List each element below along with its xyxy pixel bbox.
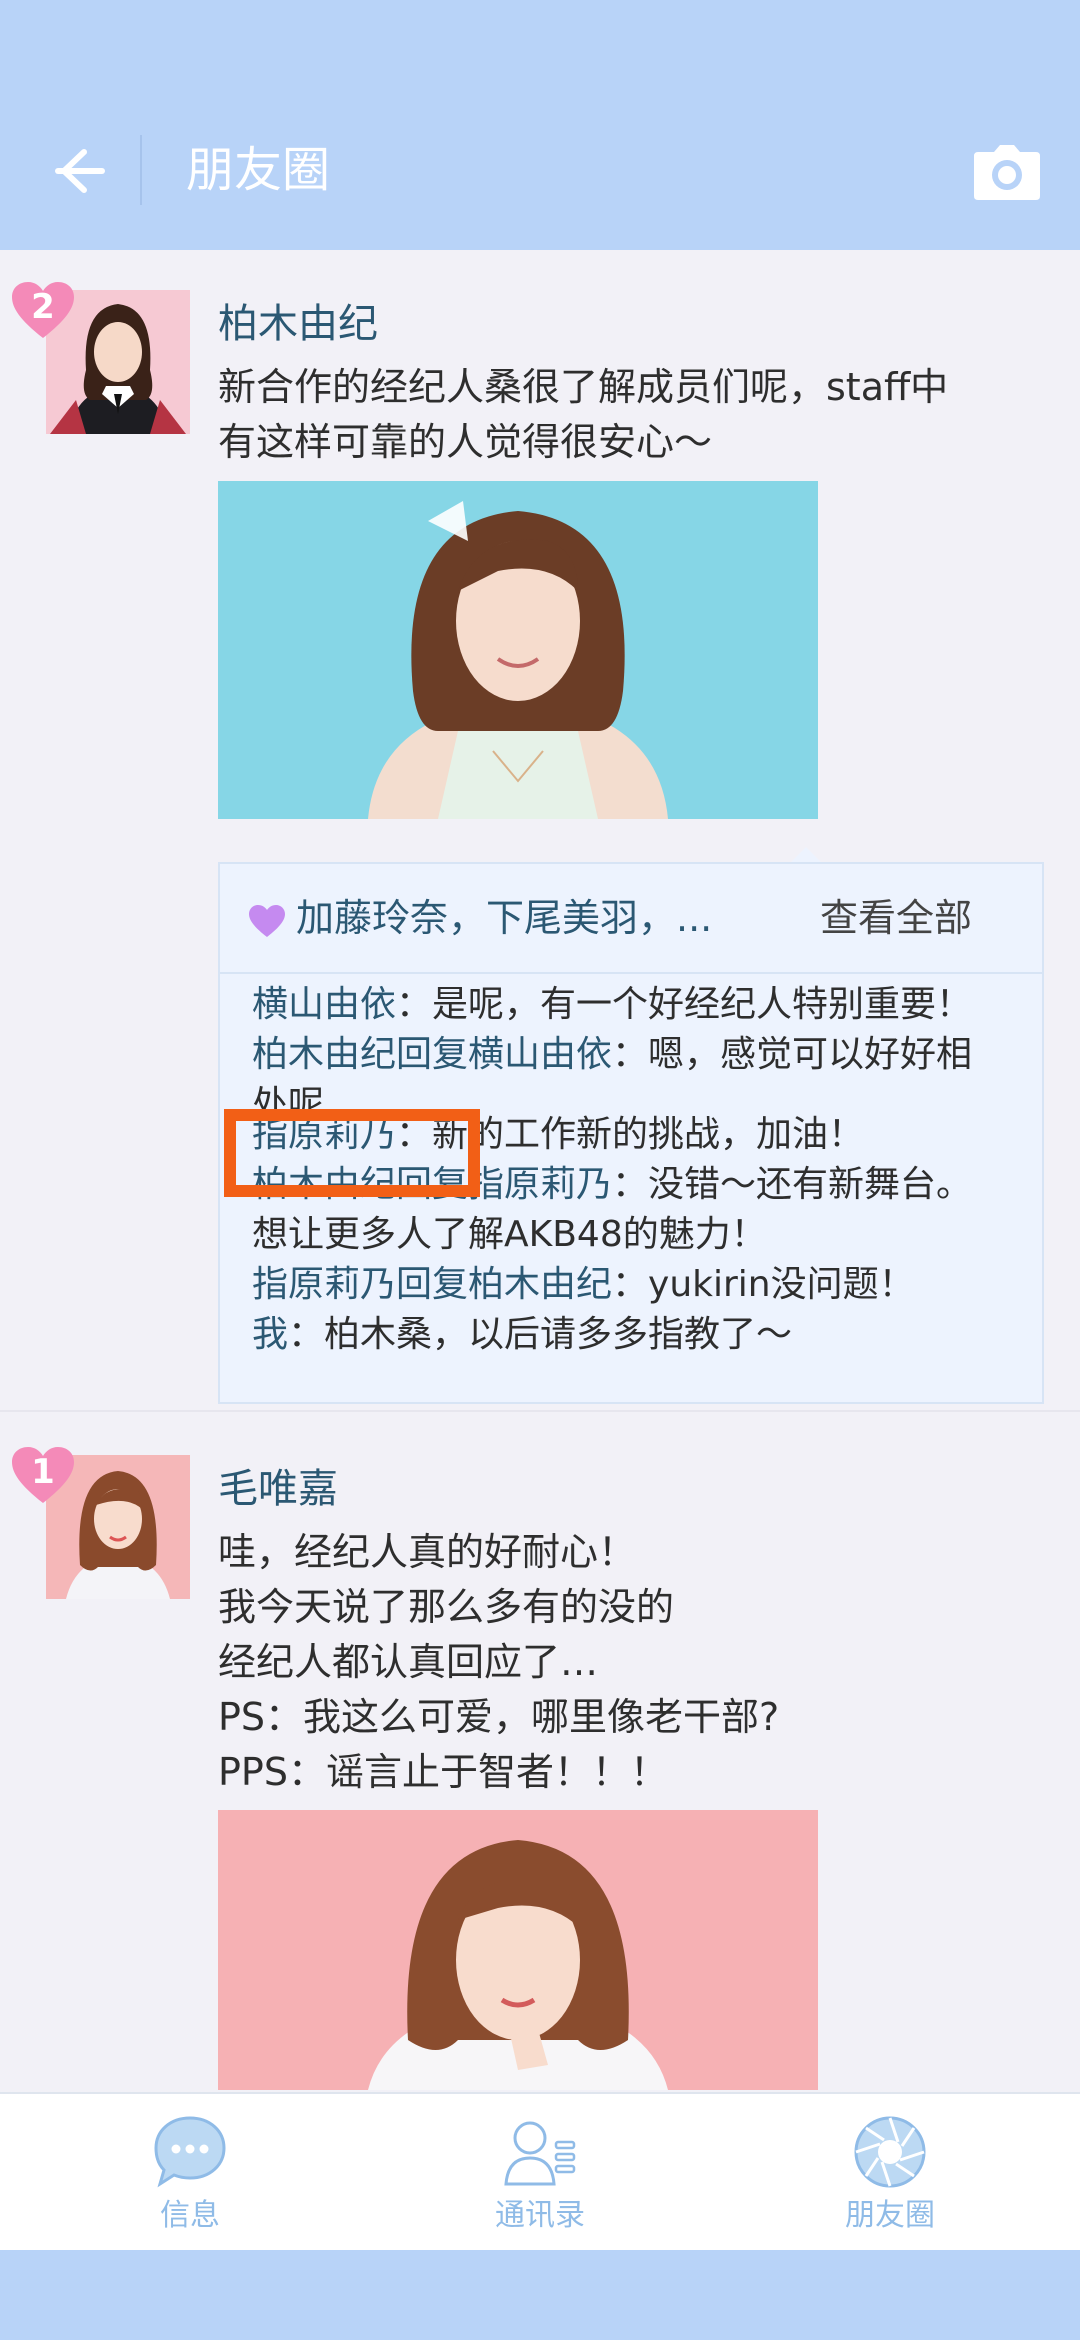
comment-list: 横山由依：是呢，有一个好经纪人特别重要！ 柏木由纪回复横山由依：嗯，感觉可以好好…	[252, 980, 1032, 1400]
rank-number: 1	[31, 1452, 55, 1492]
post-author[interactable]: 毛唯嘉	[218, 1461, 338, 1517]
comment-box: 加藤玲奈，下尾美羽，... 查看全部 横山由依：是呢，有一个好经纪人特别重要！ …	[218, 862, 1044, 1404]
page-title: 朋友圈	[186, 142, 331, 198]
tab-label: 信息	[160, 2198, 220, 2233]
tab-messages[interactable]: 信息	[10, 2094, 370, 2252]
post-photo[interactable]	[218, 1810, 818, 2090]
post-photo[interactable]	[218, 481, 818, 819]
comment-text: ：是呢，有一个好经纪人特别重要！	[396, 984, 973, 1025]
post-text-line: 哇，经纪人真的好耐心！	[218, 1530, 637, 1574]
tab-contacts[interactable]: 通讯录	[360, 2094, 720, 2252]
header-divider	[140, 135, 142, 205]
chat-bubble-icon	[154, 2116, 226, 2188]
comment-author[interactable]: 柏木由纪回复指原莉乃	[252, 1164, 612, 1205]
comment-author[interactable]: 指原莉乃	[252, 1114, 396, 1155]
post-text-line: 新合作的经纪人桑很了解成员们呢，staff中	[218, 365, 949, 409]
post-text-line: PPS：谣言止于智者！！！	[218, 1750, 668, 1794]
likes-list[interactable]: 加藤玲奈，下尾美羽，...	[296, 888, 712, 948]
post-text-line: 我今天说了那么多有的没的	[218, 1585, 675, 1629]
bottom-tab-bar: 信息 通讯录 朋友圈	[0, 2092, 1080, 2252]
moment-post: 1 毛唯嘉 哇，经纪人真的好耐心！ 我今天说了那么多有的没的 经纪人都认真回应了…	[0, 1415, 1080, 2092]
comment-text: ：柏木桑，以后请多多指教了～	[288, 1314, 793, 1355]
comment-item[interactable]: 柏木由纪回复指原莉乃：没错～还有新舞台。	[252, 1160, 1032, 1210]
post-text: 新合作的经纪人桑很了解成员们呢，staff中 有这样可靠的人觉得很安心～	[218, 360, 1038, 470]
bottom-band	[0, 2250, 1080, 2340]
comment-text: ：yukirin没问题！	[612, 1264, 915, 1305]
likes-row: 加藤玲奈，下尾美羽，... 查看全部	[220, 864, 1042, 974]
comment-item[interactable]: 指原莉乃回复柏木由纪：yukirin没问题！	[252, 1260, 1032, 1310]
app-header: 朋友圈	[0, 0, 1080, 250]
post-divider	[0, 1410, 1080, 1412]
comment-text: ：没错～还有新舞台。	[612, 1164, 973, 1205]
view-all-link[interactable]: 查看全部	[820, 888, 972, 948]
tab-label: 朋友圈	[845, 2198, 935, 2233]
heart-icon	[249, 905, 285, 937]
post-text-line: 经纪人都认真回应了…	[218, 1640, 599, 1684]
moments-feed[interactable]: 2 柏木由纪 新合作的经纪人桑很了解成员们呢，staff中 有这样可靠的人觉得很…	[0, 250, 1080, 2092]
comment-notch	[790, 847, 822, 863]
comment-text: ：嗯，感觉可以好好相	[612, 1034, 973, 1075]
rank-number: 2	[31, 287, 55, 327]
comment-item[interactable]: 指原莉乃：新的工作新的挑战，加油！	[252, 1110, 1032, 1160]
comment-item-continuation: 处呢	[252, 1080, 1032, 1110]
comment-author[interactable]: 柏木由纪回复横山由依	[252, 1034, 612, 1075]
comment-author[interactable]: 指原莉乃回复柏木由纪	[252, 1264, 612, 1305]
back-arrow-icon[interactable]	[38, 136, 108, 206]
post-text: 哇，经纪人真的好耐心！ 我今天说了那么多有的没的 经纪人都认真回应了… PS：我…	[218, 1525, 1038, 1800]
post-text-line: PS：我这么可爱，哪里像老干部?	[218, 1695, 780, 1739]
tab-moments[interactable]: 朋友圈	[710, 2094, 1070, 2252]
moments-screen: 朋友圈 2 柏木由纪 新合作的经纪人桑很了解成员们呢，staff中 有这样可靠的…	[0, 0, 1080, 2340]
comment-author[interactable]: 横山由依	[252, 984, 396, 1025]
post-text-line: 有这样可靠的人觉得很安心～	[218, 420, 713, 464]
tab-label: 通讯录	[495, 2198, 585, 2233]
camera-icon[interactable]	[972, 142, 1042, 202]
comment-item-continuation: 想让更多人了解AKB48的魅力！	[252, 1210, 1032, 1260]
moment-post: 2 柏木由纪 新合作的经纪人桑很了解成员们呢，staff中 有这样可靠的人觉得很…	[0, 250, 1080, 1410]
post-author[interactable]: 柏木由纪	[218, 296, 378, 352]
contacts-icon	[504, 2121, 576, 2186]
comment-text: 处呢	[252, 1084, 325, 1110]
comment-item[interactable]: 横山由依：是呢，有一个好经纪人特别重要！	[252, 980, 1032, 1030]
comment-item[interactable]: 我：柏木桑，以后请多多指教了～	[252, 1310, 1032, 1360]
comment-text: 想让更多人了解AKB48的魅力！	[252, 1214, 767, 1255]
comment-text: ：新的工作新的挑战，加油！	[396, 1114, 865, 1155]
comment-item[interactable]: 柏木由纪回复横山由依：嗯，感觉可以好好相	[252, 1030, 1032, 1080]
aperture-icon	[854, 2116, 926, 2188]
comment-author[interactable]: 我	[252, 1314, 288, 1355]
